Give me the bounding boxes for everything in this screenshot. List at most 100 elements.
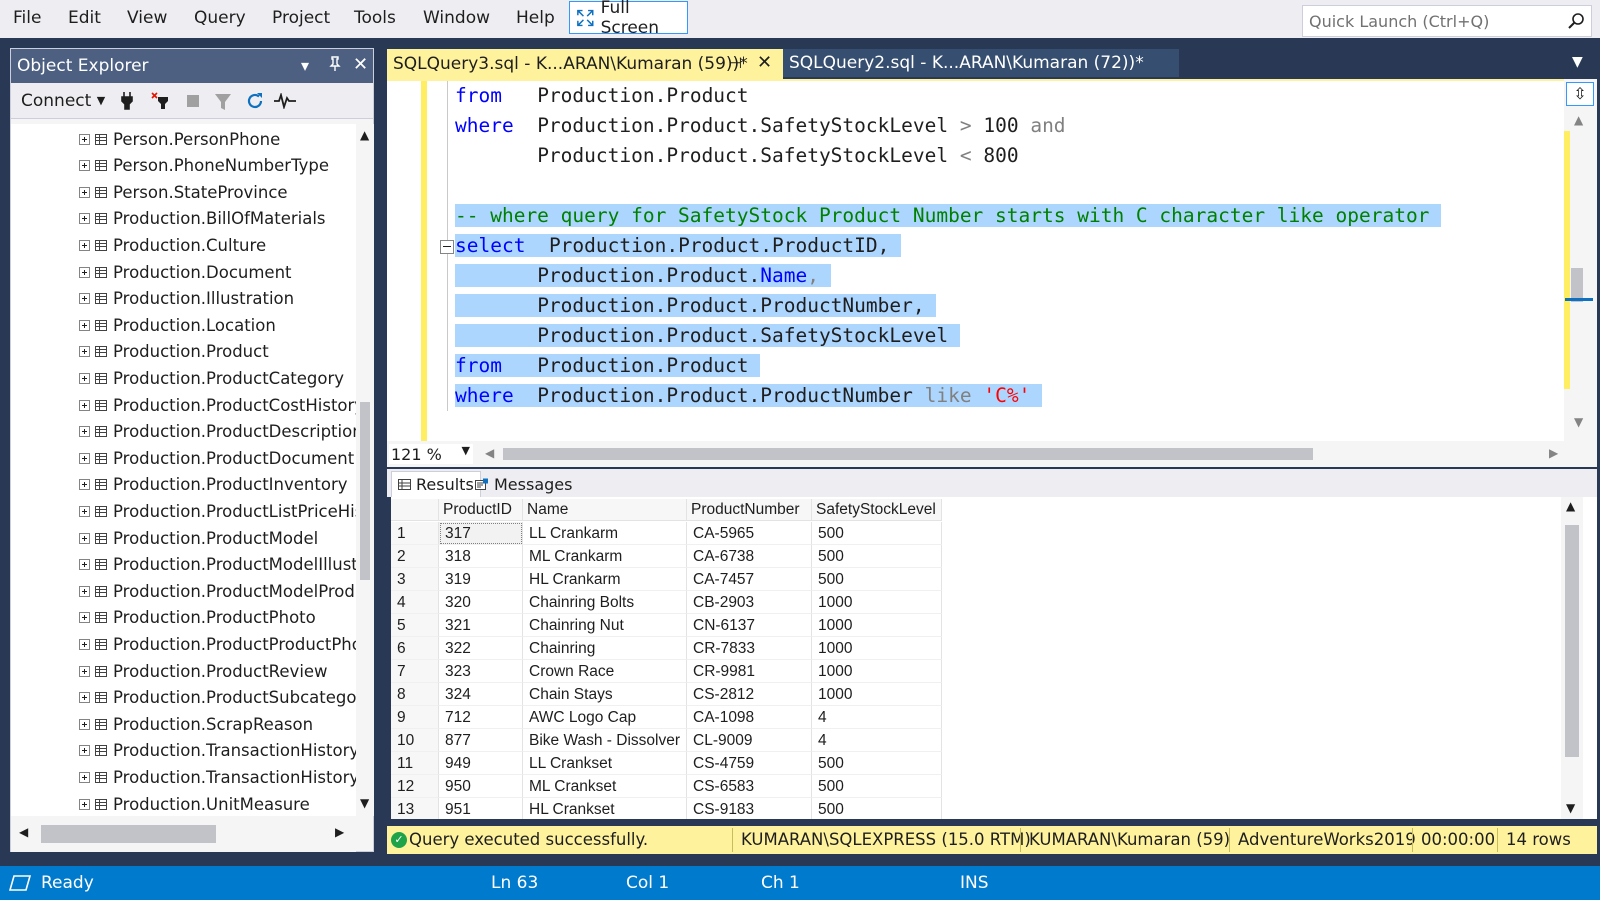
scroll-up-icon[interactable]: ▲ [1574, 113, 1583, 127]
expand-icon[interactable] [79, 293, 90, 305]
row-number[interactable]: 6 [391, 637, 439, 660]
grid-cell[interactable]: HL Crankset [523, 798, 687, 819]
grid-cell[interactable]: CA-1098 [687, 706, 812, 729]
menu-query[interactable]: Query [194, 8, 246, 28]
expand-icon[interactable] [79, 612, 90, 624]
expand-icon[interactable] [79, 133, 90, 145]
expand-icon[interactable] [79, 426, 90, 438]
results-grid[interactable]: ProductID Name ProductNumber SafetyStockLev… [391, 497, 1597, 819]
scroll-right-icon[interactable]: ▶ [1549, 446, 1558, 460]
grid-cell[interactable]: 877 [439, 729, 523, 752]
row-number[interactable]: 10 [391, 729, 439, 752]
expand-icon[interactable] [79, 665, 90, 677]
expand-icon[interactable] [79, 452, 90, 464]
tree-item[interactable]: Production.Location [79, 312, 276, 338]
stop-icon[interactable] [186, 94, 200, 108]
tree-item[interactable]: Production.ProductPhoto [79, 605, 316, 631]
menu-edit[interactable]: Edit [68, 8, 101, 28]
grid-cell[interactable]: 951 [439, 798, 523, 819]
grid-cell[interactable]: 4 [812, 729, 942, 752]
column-header[interactable]: ProductID [439, 499, 523, 521]
grid-cell[interactable]: CB-2903 [687, 591, 812, 614]
grid-cell[interactable]: 1000 [812, 637, 942, 660]
expand-icon[interactable] [79, 319, 90, 331]
expand-icon[interactable] [79, 638, 90, 650]
tree-item[interactable]: Production.ProductModelProdu [79, 578, 356, 604]
tree-item[interactable]: Person.PhoneNumberType [79, 153, 329, 179]
grid-cell[interactable]: Bike Wash - Dissolver [523, 729, 687, 752]
grid-cell[interactable]: Crown Race [523, 660, 687, 683]
grid-cell[interactable]: Chainring [523, 637, 687, 660]
scroll-down-icon[interactable]: ▼ [360, 796, 369, 810]
tree-item[interactable]: Production.ProductReview [79, 658, 328, 684]
split-icon[interactable]: ⇳ [1566, 82, 1594, 106]
expand-icon[interactable] [79, 798, 90, 810]
tree-item[interactable]: Production.ProductProductPho [79, 631, 356, 657]
tab-results[interactable]: Results [391, 471, 481, 497]
quick-launch-input[interactable] [1303, 6, 1553, 36]
expand-icon[interactable] [79, 692, 90, 704]
expand-icon[interactable] [79, 771, 90, 783]
tree-item[interactable]: Production.Illustration [79, 286, 294, 312]
row-number[interactable]: 8 [391, 683, 439, 706]
row-number[interactable]: 1 [391, 522, 439, 545]
scroll-left-icon[interactable]: ◀ [19, 825, 28, 839]
menu-file[interactable]: File [13, 8, 41, 28]
grid-cell[interactable]: 949 [439, 752, 523, 775]
grid-cell[interactable]: 317 [439, 522, 523, 545]
grid-cell[interactable]: CN-6137 [687, 614, 812, 637]
grid-cell[interactable]: 324 [439, 683, 523, 706]
grid-cell[interactable]: CL-9009 [687, 729, 812, 752]
tree-item[interactable]: Production.TransactionHistoryA [79, 764, 356, 790]
grid-cell[interactable]: CR-9981 [687, 660, 812, 683]
expand-icon[interactable] [79, 559, 90, 571]
object-explorer-vertical-scrollbar[interactable]: ▲ ▼ [356, 124, 374, 816]
tab-sqlquery3[interactable]: SQLQuery3.sql - K...ARAN\Kumaran (59))* … [387, 49, 783, 79]
column-header[interactable]: Name [523, 499, 687, 521]
scrollbar-thumb[interactable] [360, 402, 370, 580]
grid-cell[interactable]: LL Crankset [523, 752, 687, 775]
grid-cell[interactable]: Chainring Nut [523, 614, 687, 637]
full-screen-button[interactable]: Full Screen [569, 0, 688, 38]
connect-button[interactable]: Connect ▼ [21, 91, 105, 111]
close-icon[interactable]: ✕ [353, 54, 368, 75]
grid-cell[interactable]: 323 [439, 660, 523, 683]
grid-cell[interactable]: 1000 [812, 591, 942, 614]
scroll-left-icon[interactable]: ◀ [485, 446, 494, 460]
menu-project[interactable]: Project [272, 8, 330, 28]
expand-icon[interactable] [79, 186, 90, 198]
menu-window[interactable]: Window [423, 8, 490, 28]
tab-messages[interactable]: Messages [469, 471, 578, 497]
grid-cell[interactable]: 500 [812, 568, 942, 591]
scroll-up-icon[interactable]: ▲ [360, 128, 369, 142]
tree-item[interactable]: Production.ProductListPriceHist [79, 498, 356, 524]
scrollbar-thumb[interactable] [1565, 525, 1579, 757]
grid-cell[interactable]: LL Crankarm [523, 522, 687, 545]
column-header[interactable]: ProductNumber [687, 499, 812, 521]
grid-cell[interactable]: 1000 [812, 614, 942, 637]
row-number[interactable]: 4 [391, 591, 439, 614]
grid-cell[interactable]: CA-7457 [687, 568, 812, 591]
expand-icon[interactable] [79, 239, 90, 251]
tree-item[interactable]: Production.Document [79, 259, 292, 285]
tree-item[interactable]: Production.UnitMeasure [79, 791, 310, 816]
refresh-icon[interactable] [245, 91, 265, 111]
scroll-right-icon[interactable]: ▶ [335, 825, 344, 839]
grid-cell[interactable]: 1000 [812, 683, 942, 706]
tab-sqlquery2[interactable]: SQLQuery2.sql - K...ARAN\Kumaran (72))* [783, 49, 1179, 77]
row-number[interactable]: 12 [391, 775, 439, 798]
tree-item[interactable]: Production.ProductModel [79, 525, 318, 551]
object-explorer-horizontal-scrollbar[interactable]: ◀ ▶ [11, 816, 356, 852]
dropdown-icon[interactable]: ▾ [301, 56, 309, 75]
tree-item[interactable]: Production.ProductCostHistory [79, 392, 356, 418]
grid-cell[interactable]: CR-7833 [687, 637, 812, 660]
close-icon[interactable]: ✕ [757, 52, 772, 73]
grid-cell[interactable]: ML Crankset [523, 775, 687, 798]
grid-cell[interactable]: 500 [812, 545, 942, 568]
tree-item[interactable]: Person.StateProvince [79, 179, 288, 205]
grid-cell[interactable]: CA-6738 [687, 545, 812, 568]
expand-icon[interactable] [79, 745, 90, 757]
grid-cell[interactable]: 500 [812, 752, 942, 775]
expand-icon[interactable] [79, 505, 90, 517]
tree-item[interactable]: Production.TransactionHistory [79, 738, 356, 764]
